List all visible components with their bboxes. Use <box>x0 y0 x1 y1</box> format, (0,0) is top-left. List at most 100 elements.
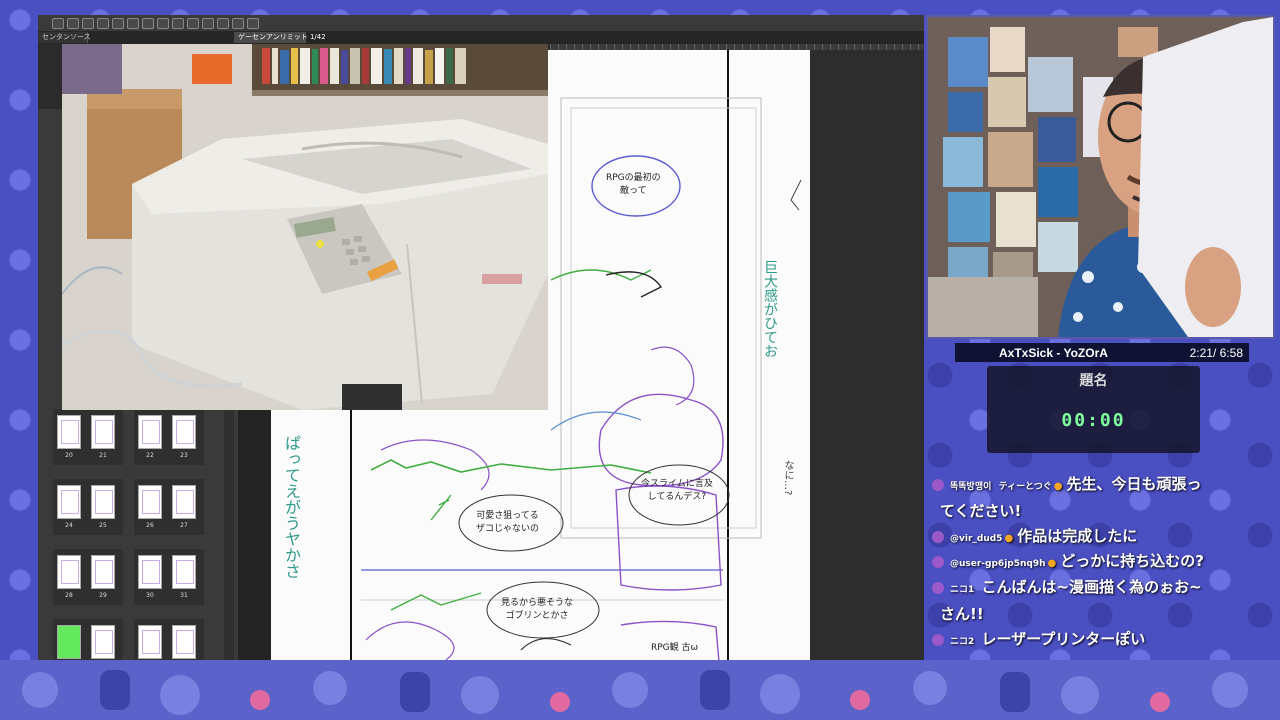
avatar <box>932 530 944 543</box>
page-thumb-left <box>138 485 162 519</box>
chat-message: @user-gp6jp5nq9h ● どっかに持ち込むの? <box>932 549 1252 576</box>
vertical-note: ぱってえがうヤかさ <box>282 435 301 579</box>
bubble-line: してるんデス? <box>647 492 707 502</box>
badge-icon: ● <box>1053 481 1063 492</box>
page-number: 25 <box>99 522 107 529</box>
badge-icon: ● <box>1004 533 1014 544</box>
transform-icon[interactable] <box>187 17 199 29</box>
pen-icon[interactable] <box>217 17 229 29</box>
page-thumb-left <box>57 485 81 519</box>
chat-username: @vir_dud5 <box>950 534 1003 544</box>
chat-username: @user-gp6jp5nq9h <box>950 559 1046 569</box>
chat-username: ニコ1 <box>950 585 975 595</box>
clear-icon[interactable] <box>172 17 184 29</box>
page-thumb[interactable] <box>134 619 204 660</box>
page-number: 20 <box>65 452 73 459</box>
paste-icon[interactable] <box>157 17 169 29</box>
bubble-line: ゴブリンとかさ <box>505 611 569 621</box>
page-thumb-right <box>172 415 196 449</box>
page-number: 30 <box>146 592 154 599</box>
chat-username: 똑똑방맹이 <box>950 482 992 492</box>
page-thumb-right <box>91 485 115 519</box>
page-thumb[interactable]: 30 31 <box>134 549 204 605</box>
speech-bubble: RPG観 古ω <box>651 642 698 655</box>
timer-label: 題名 <box>1079 373 1108 389</box>
chat-message: @vir_dud5 ● 作品は完成したに <box>932 524 1252 551</box>
page-thumb[interactable]: 22 23 <box>134 409 204 465</box>
chat-text-continued: さん!! <box>940 605 984 623</box>
printer-illustration <box>62 44 548 410</box>
save-icon[interactable] <box>82 17 94 29</box>
page-thumb[interactable]: 20 21 <box>53 409 123 465</box>
page-number: 29 <box>99 592 107 599</box>
page-number: 28 <box>65 592 73 599</box>
page-thumb[interactable]: 28 29 <box>53 549 123 605</box>
chat-text: どっかに持ち込むの? <box>1060 552 1204 570</box>
speech-bubble: RPGの最初の 敵って <box>606 172 661 198</box>
split-title-bar: AxTxSick - YoZOrA 2:21/ 6:58 <box>955 343 1249 362</box>
chat-overlay: 똑똑방맹이 ティーとつぐ ● 先生、今日も頑張っ てください! @vir_dud5 ●… <box>932 462 1252 662</box>
page-thumb-right <box>91 555 115 589</box>
undo-icon[interactable] <box>112 17 124 29</box>
avatar <box>932 555 944 568</box>
chat-text: 作品は完成したに <box>1017 527 1138 545</box>
copy-icon[interactable] <box>142 17 154 29</box>
tab-source[interactable]: センタンソース <box>38 32 91 43</box>
bubble-line: 見るから悪そうな <box>501 598 574 608</box>
page-thumb-right <box>172 555 196 589</box>
tab-manuscript[interactable]: ゲーセンアンリミット 1/42 <box>234 32 326 43</box>
chat-username: ニコ2 <box>950 637 975 647</box>
speech-bubble: 可愛さ狙ってる ザコじゃないの <box>476 510 539 536</box>
chat-message: 똑똑방맹이 ティーとつぐ ● 先生、今日も頑張っ てください! <box>932 472 1252 523</box>
badge-icon: ● <box>1047 558 1057 569</box>
speech-bubble: 今スライムに言及 してるんデス? <box>641 478 713 504</box>
print-icon[interactable] <box>97 17 109 29</box>
vertical-note: なに…? <box>782 460 793 496</box>
page-thumb-right <box>91 415 115 449</box>
redo-icon[interactable] <box>127 17 139 29</box>
select-icon[interactable] <box>202 17 214 29</box>
new-file-icon[interactable] <box>52 17 64 29</box>
decorative-bottom-band <box>0 660 1280 720</box>
bubble-line: 今スライムに言及 <box>641 479 713 489</box>
timer-value: 00:00 <box>1061 410 1126 431</box>
vertical-note: 巨大感がひてお <box>762 260 778 358</box>
bubble-line: 可愛さ狙ってる <box>476 511 539 521</box>
timer-panel: 題名 00:00 <box>987 366 1200 453</box>
page-number: 31 <box>180 592 188 599</box>
bubble-line: RPG観 古ω <box>651 643 699 653</box>
printer-photo <box>62 44 548 410</box>
page-number: 21 <box>99 452 107 459</box>
chat-text: こんばんは~漫画描く為のぉお~ <box>981 578 1202 596</box>
brush-icon[interactable] <box>232 17 244 29</box>
page-thumb[interactable]: 24 25 <box>53 479 123 535</box>
page-thumb[interactable]: 26 27 <box>134 479 204 535</box>
avatar <box>932 581 944 594</box>
page-number: 27 <box>180 522 188 529</box>
page-thumb-right <box>91 625 115 659</box>
page-number: 26 <box>146 522 154 529</box>
webcam-illustration <box>928 17 1273 337</box>
bubble-line: RPGの最初の <box>606 173 661 183</box>
page-thumb-left <box>138 625 162 659</box>
chat-message: ニコ2 レーザープリンターぽい <box>932 627 1252 654</box>
page-thumb-left <box>57 415 81 449</box>
page-thumb-left <box>57 555 81 589</box>
page-thumb-left <box>57 625 81 659</box>
split-title: AxTxSick - YoZOrA <box>999 345 1108 360</box>
help-icon[interactable] <box>247 17 259 29</box>
chat-text-continued: てください! <box>940 502 1022 520</box>
page-thumb-left <box>138 415 162 449</box>
speech-bubble: 見るから悪そうな ゴブリンとかさ <box>501 597 573 623</box>
page-thumb[interactable] <box>53 619 123 660</box>
chat-text: レーザープリンターぽい <box>981 630 1146 648</box>
webcam-feed <box>926 15 1275 339</box>
bubble-line: 敵って <box>620 186 647 196</box>
chat-text: 先生、今日も頑張っ <box>1066 475 1202 493</box>
page-number: 24 <box>65 522 73 529</box>
avatar <box>932 633 944 646</box>
open-folder-icon[interactable] <box>67 17 79 29</box>
canvas-margin <box>238 410 271 660</box>
page-thumb-right <box>172 485 196 519</box>
avatar <box>932 478 944 491</box>
